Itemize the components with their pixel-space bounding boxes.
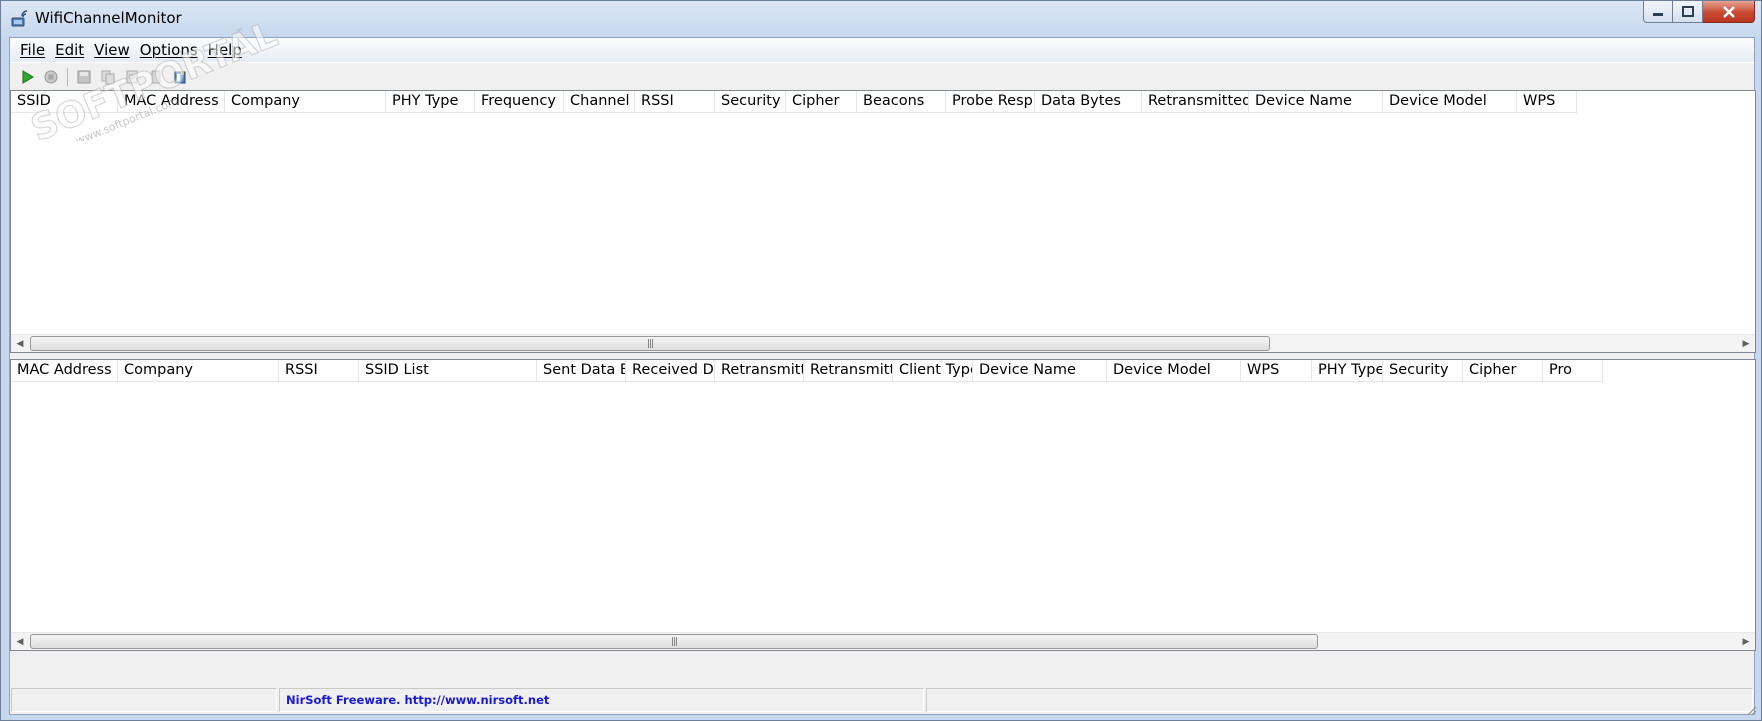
column-header-company[interactable]: Company [225,91,386,113]
column-header-channel[interactable]: Channel [564,91,635,113]
toolbar-separator [67,67,68,86]
scroll-right-arrow[interactable]: ▶ [1737,335,1755,352]
column-header-phy-type[interactable]: PHY Type [386,91,475,113]
menu-file[interactable]: File [15,41,50,59]
column-header-wps[interactable]: WPS [1241,360,1312,382]
stop-icon [44,70,58,83]
column-header-phy-type[interactable]: PHY Type [1312,360,1383,382]
column-header-wps[interactable]: WPS [1517,91,1577,113]
nirsoft-link[interactable]: NirSoft Freeware. http://www.nirsoft.net [280,693,549,707]
arrow-right-icon: ▶ [1742,636,1750,647]
menu-help[interactable]: Help [203,41,247,59]
maximize-icon [1681,5,1694,17]
stop-button[interactable] [40,66,62,88]
refresh-icon [151,70,161,83]
status-pane-count [11,688,277,712]
column-header-device-model[interactable]: Device Model [1383,91,1517,113]
column-header-received-data[interactable]: Received D... [626,360,715,382]
scrollbar-thumb[interactable]: ||| [30,634,1318,649]
resize-grip-icon[interactable] [1745,704,1757,716]
save-button[interactable] [73,66,95,88]
arrow-right-icon: ▶ [1742,338,1750,349]
access-points-horizontal-scrollbar[interactable]: ◀ ||| ▶ [11,334,1755,352]
scroll-left-arrow[interactable]: ◀ [11,335,29,352]
refresh-button[interactable] [145,66,167,88]
clients-horizontal-scrollbar[interactable]: ◀ ||| ▶ [11,632,1755,650]
column-header-retransmitted-received[interactable]: Retransmitt... [804,360,893,382]
wifi-monitor-app-icon [11,10,28,27]
column-header-sent-data-bytes[interactable]: Sent Data B... [537,360,626,382]
grip-icon: ||| [646,338,654,349]
menu-edit[interactable]: Edit [50,41,89,59]
column-header-mac-address[interactable]: MAC Address [11,360,118,382]
column-header-frequency[interactable]: Frequency [475,91,564,113]
column-header-device-model[interactable]: Device Model [1107,360,1241,382]
column-header-ssid-list[interactable]: SSID List [359,360,537,382]
minimize-icon [1653,12,1663,16]
about-button[interactable] [169,66,191,88]
properties-icon [126,70,138,83]
column-header-data-bytes[interactable]: Data Bytes [1035,91,1142,113]
access-points-list[interactable]: SSID MAC Address Company PHY Type Freque… [10,90,1756,353]
column-header-probe-responses[interactable]: Probe Resp... [946,91,1035,113]
menu-view[interactable]: View [89,41,135,59]
menu-bar: File Edit View Options Help [10,38,1754,62]
column-header-client-type[interactable]: Client Type [893,360,973,382]
column-header-mac-address[interactable]: MAC Address [118,91,225,113]
column-header-retransmitted-sent[interactable]: Retransmitt... [715,360,804,382]
scrollbar-thumb[interactable]: ||| [30,336,1270,351]
start-icon [22,69,34,84]
column-header-company[interactable]: Company [118,360,279,382]
minimize-button[interactable] [1643,1,1673,23]
scroll-right-arrow[interactable]: ▶ [1737,633,1755,650]
app-window: WifiChannelMonitor File Edit View Option… [0,0,1762,721]
maximize-button[interactable] [1673,1,1703,23]
column-header-retransmitted[interactable]: Retransmitted ... [1142,91,1249,113]
access-points-header: SSID MAC Address Company PHY Type Freque… [11,91,1577,113]
column-header-cipher[interactable]: Cipher [1463,360,1543,382]
save-icon [77,70,91,83]
column-header-rssi[interactable]: RSSI [635,91,715,113]
window-controls [1643,1,1755,25]
clients-list[interactable]: MAC Address Company RSSI SSID List Sent … [10,359,1756,651]
toolbar [10,62,1754,90]
column-header-beacons[interactable]: Beacons [857,91,946,113]
column-header-security[interactable]: Security [1383,360,1463,382]
column-header-security[interactable]: Security [715,91,786,113]
arrow-left-icon: ◀ [16,636,24,647]
arrow-left-icon: ◀ [16,338,24,349]
close-button[interactable] [1703,1,1755,23]
title-bar[interactable]: WifiChannelMonitor [1,1,1761,37]
copy-icon [101,70,115,84]
column-header-cipher[interactable]: Cipher [786,91,857,113]
column-header-rssi[interactable]: RSSI [279,360,359,382]
close-icon [1722,5,1735,18]
about-icon [174,70,186,83]
window-title: WifiChannelMonitor [35,9,182,27]
start-button[interactable] [16,66,38,88]
grip-icon: ||| [670,636,678,647]
client-area: File Edit View Options Help SSID MAC Add… [9,37,1756,715]
clients-header: MAC Address Company RSSI SSID List Sent … [11,360,1603,382]
status-pane-info [926,688,1753,712]
copy-button[interactable] [97,66,119,88]
status-bar: NirSoft Freeware. http://www.nirsoft.net [10,686,1754,714]
column-header-ssid[interactable]: SSID [11,91,118,113]
menu-options[interactable]: Options [135,41,203,59]
properties-button[interactable] [121,66,143,88]
column-header-probe[interactable]: Pro [1543,360,1603,382]
status-pane-link: NirSoft Freeware. http://www.nirsoft.net [279,688,924,712]
scroll-left-arrow[interactable]: ◀ [11,633,29,650]
column-header-device-name[interactable]: Device Name [973,360,1107,382]
column-header-device-name[interactable]: Device Name [1249,91,1383,113]
